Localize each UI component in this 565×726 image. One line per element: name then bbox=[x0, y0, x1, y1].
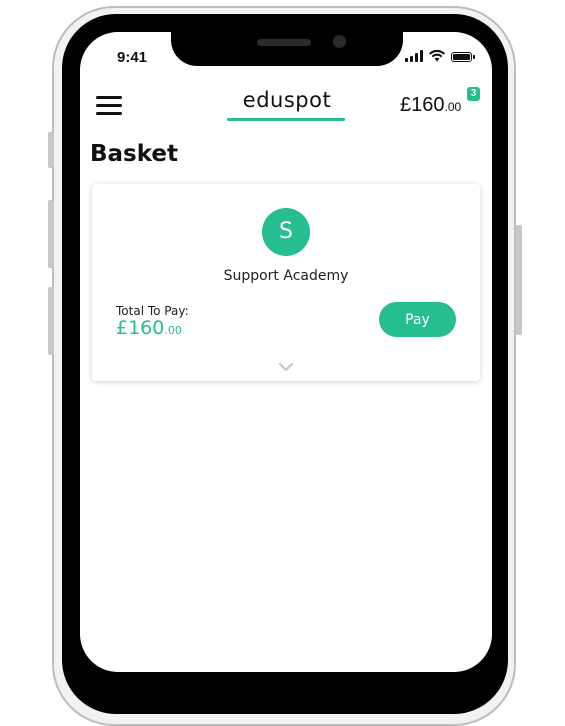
account-balance[interactable]: £160.00 bbox=[400, 94, 461, 117]
signal-icon bbox=[405, 50, 423, 62]
chevron-down-icon[interactable] bbox=[278, 362, 294, 372]
battery-icon bbox=[451, 52, 475, 62]
balance-pounds: £160 bbox=[400, 94, 445, 116]
speaker-grille bbox=[257, 39, 311, 46]
hamburger-menu-icon[interactable] bbox=[96, 96, 122, 116]
status-time: 9:41 bbox=[117, 49, 148, 66]
total-to-pay-label: Total To Pay: bbox=[116, 304, 189, 318]
basket-count-badge: 3 bbox=[467, 87, 480, 101]
total-pence: .00 bbox=[164, 324, 182, 337]
power-button bbox=[516, 225, 522, 335]
total-pounds: £160 bbox=[116, 317, 165, 339]
phone-screen: 9:41 eduspot £160.00 3 Basket S Support … bbox=[80, 32, 492, 672]
notch bbox=[171, 32, 403, 66]
page-title: Basket bbox=[90, 141, 179, 167]
volume-up-button bbox=[48, 200, 54, 268]
front-camera bbox=[333, 35, 346, 48]
volume-down-button bbox=[48, 287, 54, 355]
silent-switch bbox=[48, 132, 54, 168]
total-to-pay-value: £160.00 bbox=[116, 317, 182, 339]
status-icons bbox=[405, 50, 475, 62]
logo-underline bbox=[227, 118, 345, 121]
eduspot-logo[interactable]: eduspot bbox=[228, 88, 346, 112]
school-avatar: S bbox=[262, 208, 310, 256]
wifi-icon bbox=[429, 50, 445, 62]
balance-pence: .00 bbox=[444, 100, 462, 114]
basket-card: S Support Academy Total To Pay: £160.00 … bbox=[92, 184, 480, 381]
school-name: Support Academy bbox=[223, 268, 349, 284]
pay-button[interactable]: Pay bbox=[379, 302, 456, 337]
